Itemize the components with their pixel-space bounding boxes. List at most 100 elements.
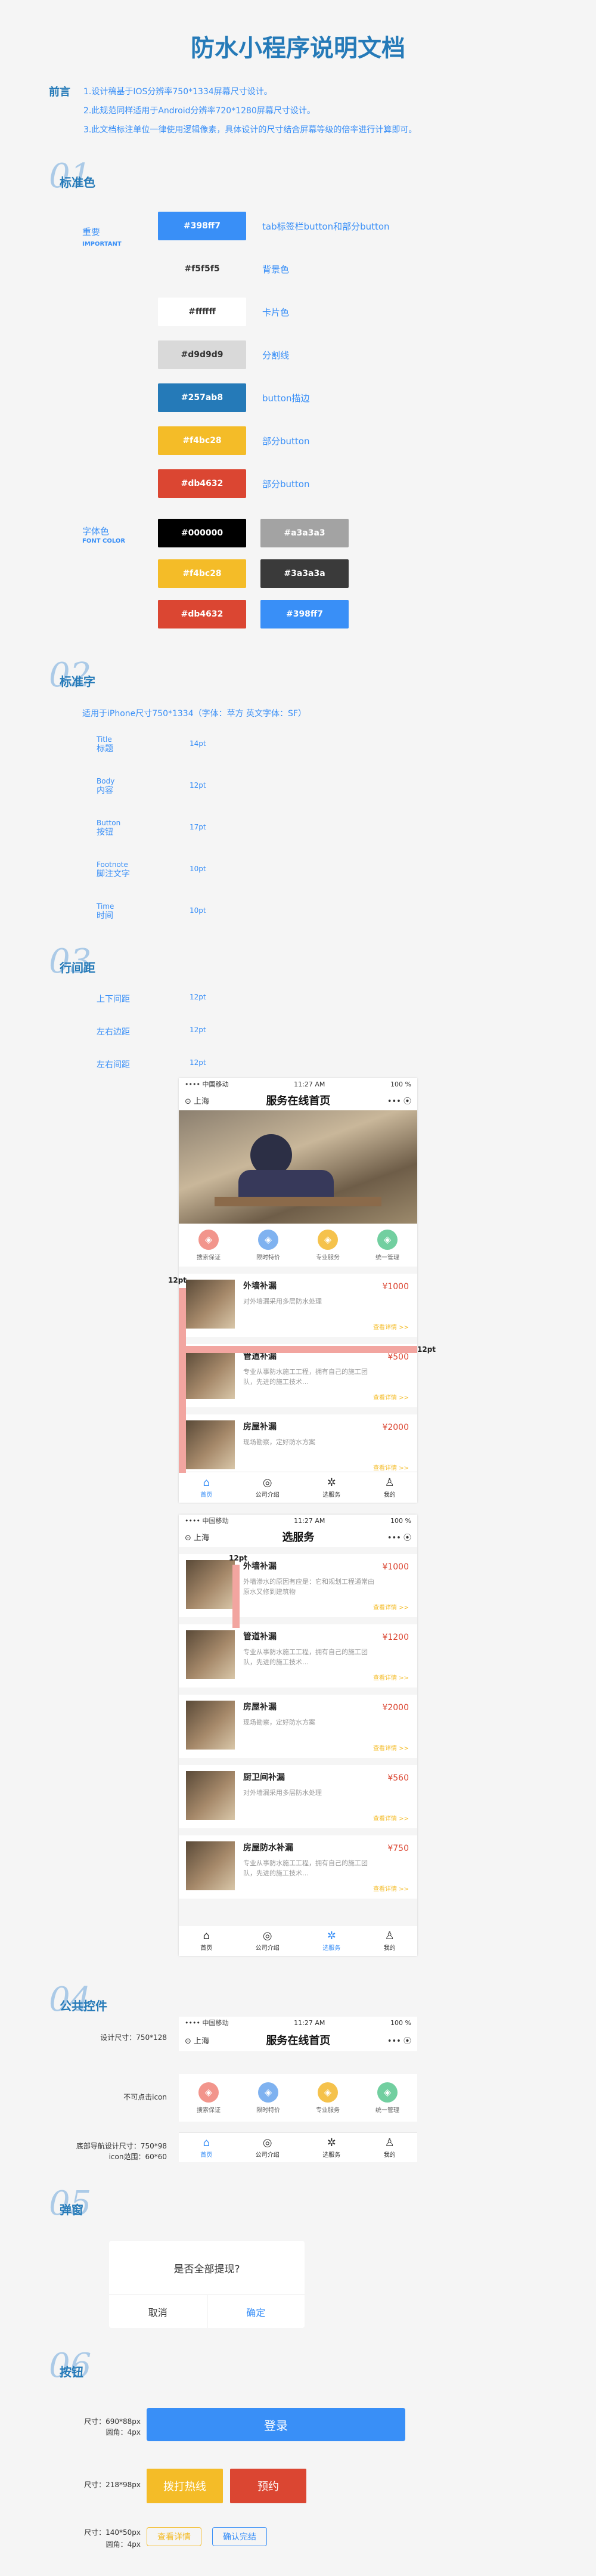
service-thumbnail xyxy=(186,1701,235,1750)
type-style-en: Body xyxy=(97,777,115,785)
color-swatch: #f5f5f5 xyxy=(158,255,246,283)
service-price: ¥1000 xyxy=(382,1562,409,1572)
hero-banner[interactable] xyxy=(179,1110,417,1224)
section-title: 标准字 xyxy=(60,674,95,689)
service-thumbnail xyxy=(186,1630,235,1679)
type-size: 10pt xyxy=(190,865,206,873)
category-item[interactable]: ◈ 统一管理 xyxy=(375,2082,399,2114)
important-sub: IMPORTANT xyxy=(82,241,122,247)
tab-bar: ⌂ 首页 ◎ 公司介绍 ✲ 选服务 ♙ 我的 xyxy=(179,2132,417,2162)
tab-item[interactable]: ✲ 选服务 xyxy=(322,1476,340,1498)
service-detail-link[interactable]: 查看详情 >> xyxy=(373,1884,409,1893)
status-time: 11:27 AM xyxy=(294,1516,325,1525)
service-price: ¥1200 xyxy=(382,1633,409,1642)
tab-icon: ♙ xyxy=(384,1930,395,1942)
service-name: 管道补漏 xyxy=(243,1632,277,1642)
category-item[interactable]: ◈ 专业服务 xyxy=(316,1229,340,1261)
service-card[interactable]: 房屋防水补漏 专业从事防水施工工程，拥有自己的施工团队，先进的施工技术… ¥750 查… xyxy=(179,1835,417,1899)
tab-item[interactable]: ⌂ 首页 xyxy=(200,2137,212,2159)
service-body: 房屋防水补漏 专业从事防水施工工程，拥有自己的施工团队，先进的施工技术… xyxy=(243,1841,374,1893)
service-card[interactable]: 房屋补漏 现场勘察，定好防水方案 ¥2000 查看详情 >> xyxy=(179,1695,417,1758)
category-item[interactable]: ◈ 搜索保证 xyxy=(197,2082,221,2114)
category-item[interactable]: ◈ 专业服务 xyxy=(316,2082,340,2114)
capsule-menu[interactable]: ••• ⦿ xyxy=(387,1531,411,1543)
type-style-zh: 标题 xyxy=(97,744,113,754)
service-thumbnail xyxy=(186,1350,235,1399)
tab-item[interactable]: ♙ 我的 xyxy=(384,1476,396,1498)
service-desc: 专业从事防水施工工程，拥有自己的施工团队，先进的施工技术… xyxy=(243,1368,368,1386)
category-item[interactable]: ◈ 限时特价 xyxy=(256,1229,280,1261)
login-button[interactable]: 登录 xyxy=(147,2408,405,2441)
service-name: 房屋补漏 xyxy=(243,1702,277,1712)
nav-title: 服务在线首页 xyxy=(266,2035,331,2047)
navbar-control: •••• 中国移动 11:27 AM 100 % ⊙ 上海 服务在线首页 •••… xyxy=(179,2017,417,2051)
category-icon: ◈ xyxy=(318,1229,338,1250)
tab-item[interactable]: ◎ 公司介绍 xyxy=(256,1476,280,1498)
confirm-complete-button[interactable]: 确认完结 xyxy=(212,2527,267,2546)
tab-item[interactable]: ♙ 我的 xyxy=(384,2137,396,2159)
service-card[interactable]: 管道补漏 专业从事防水施工工程，拥有自己的施工团队，先进的施工技术… ¥500 查看详… xyxy=(179,1344,417,1407)
category-item[interactable]: ◈ 统一管理 xyxy=(375,1229,399,1261)
service-name: 厨卫间补漏 xyxy=(243,1773,285,1782)
tab-item[interactable]: ◎ 公司介绍 xyxy=(256,2137,280,2159)
status-bar: •••• 中国移动 11:27 AM 100 % xyxy=(179,1078,417,1090)
service-card[interactable]: 外墙补漏 外墙渗水的原因有应是：它和规划工程通常由原水又修到建筑物 ¥1000 查看详… xyxy=(179,1554,417,1617)
section-title: 行间距 xyxy=(60,961,95,975)
service-thumbnail xyxy=(186,1841,235,1890)
service-thumbnail xyxy=(186,1560,235,1609)
tab-item[interactable]: ✲ 选服务 xyxy=(322,1930,340,1952)
not-clickable-note: 不可点击icon xyxy=(123,2093,167,2101)
service-card[interactable]: 管道补漏 专业从事防水施工工程，拥有自己的施工团队，先进的施工技术… ¥1200 查看… xyxy=(179,1624,417,1688)
service-price: ¥560 xyxy=(387,1773,409,1783)
service-detail-link[interactable]: 查看详情 >> xyxy=(373,1743,409,1752)
status-bar: •••• 中国移动 11:27 AM 100 % xyxy=(179,2017,417,2029)
tab-icon: ✲ xyxy=(327,2137,336,2149)
dialog-confirm-button[interactable]: 确定 xyxy=(207,2295,305,2328)
service-detail-link[interactable]: 查看详情 >> xyxy=(373,1322,409,1331)
tab-label: 公司介绍 xyxy=(255,2152,280,2159)
tab-item[interactable]: ⌂ 首页 xyxy=(200,1476,212,1498)
location-selector[interactable]: ⊙ 上海 xyxy=(185,2035,209,2046)
category-label: 限时特价 xyxy=(256,2107,280,2114)
tab-label: 选服务 xyxy=(322,2152,341,2159)
type-size: 12pt xyxy=(190,781,206,789)
design-size-note: 设计尺寸：750*128 xyxy=(100,2033,167,2042)
type-size: 17pt xyxy=(190,823,206,831)
dialog-cancel-button[interactable]: 取消 xyxy=(109,2295,207,2328)
capsule-menu[interactable]: ••• ⦿ xyxy=(387,1095,411,1106)
service-detail-link[interactable]: 查看详情 >> xyxy=(373,1392,409,1401)
call-hotline-button[interactable]: 拨打热线 xyxy=(147,2469,223,2503)
column-gap-label: 12pt xyxy=(229,1554,248,1562)
dialog-actions: 取消 确定 xyxy=(109,2295,305,2328)
service-detail-link[interactable]: 查看详情 >> xyxy=(373,1673,409,1682)
view-details-button[interactable]: 查看详情 xyxy=(147,2527,201,2546)
service-detail-link[interactable]: 查看详情 >> xyxy=(373,1813,409,1822)
tab-icon: ♙ xyxy=(384,2137,395,2149)
category-item[interactable]: ◈ 限时特价 xyxy=(256,2082,280,2114)
color-usage-desc: 部分button xyxy=(262,479,310,490)
service-card[interactable]: 房屋补漏 现场勘察，定好防水方案 ¥2000 查看详情 >> xyxy=(179,1414,417,1478)
capsule-menu[interactable]: ••• ⦿ xyxy=(387,2035,411,2046)
category-item[interactable]: ◈ 搜索保证 xyxy=(197,1229,221,1261)
button-size-note: 尺寸：218*98px xyxy=(84,2481,141,2489)
tab-item[interactable]: ⌂ 首页 xyxy=(200,1930,212,1952)
tab-icon: ◎ xyxy=(262,2137,272,2149)
location-selector[interactable]: ⊙ 上海 xyxy=(185,1531,209,1543)
location-selector[interactable]: ⊙ 上海 xyxy=(185,1095,209,1106)
service-detail-link[interactable]: 查看详情 >> xyxy=(373,1602,409,1611)
appointment-button[interactable]: 预约 xyxy=(230,2469,306,2503)
tab-item[interactable]: ♙ 我的 xyxy=(384,1930,396,1952)
dialog-message: 是否全部提现? xyxy=(173,2263,240,2275)
row-gap-guide xyxy=(186,1346,417,1353)
tab-item[interactable]: ✲ 选服务 xyxy=(322,2137,340,2159)
type-style-en: Footnote xyxy=(97,860,128,869)
tab-item[interactable]: ◎ 公司介绍 xyxy=(256,1930,280,1952)
tab-bar: ⌂ 首页 ◎ 公司介绍 ✲ 选服务 ♙ 我的 xyxy=(179,1925,417,1956)
section-title: 标准色 xyxy=(60,175,95,190)
location-text: 上海 xyxy=(194,1533,210,1543)
service-card[interactable]: 外墙补漏 对外墙漏采用多层防水处理 ¥1000 查看详情 >> xyxy=(179,1274,417,1337)
color-usage-desc: 部分button xyxy=(262,436,310,447)
close-target-icon: ⦿ xyxy=(403,2036,411,2046)
service-card[interactable]: 厨卫间补漏 对外墙漏采用多层防水处理 ¥560 查看详情 >> xyxy=(179,1765,417,1828)
service-detail-link[interactable]: 查看详情 >> xyxy=(373,1463,409,1472)
